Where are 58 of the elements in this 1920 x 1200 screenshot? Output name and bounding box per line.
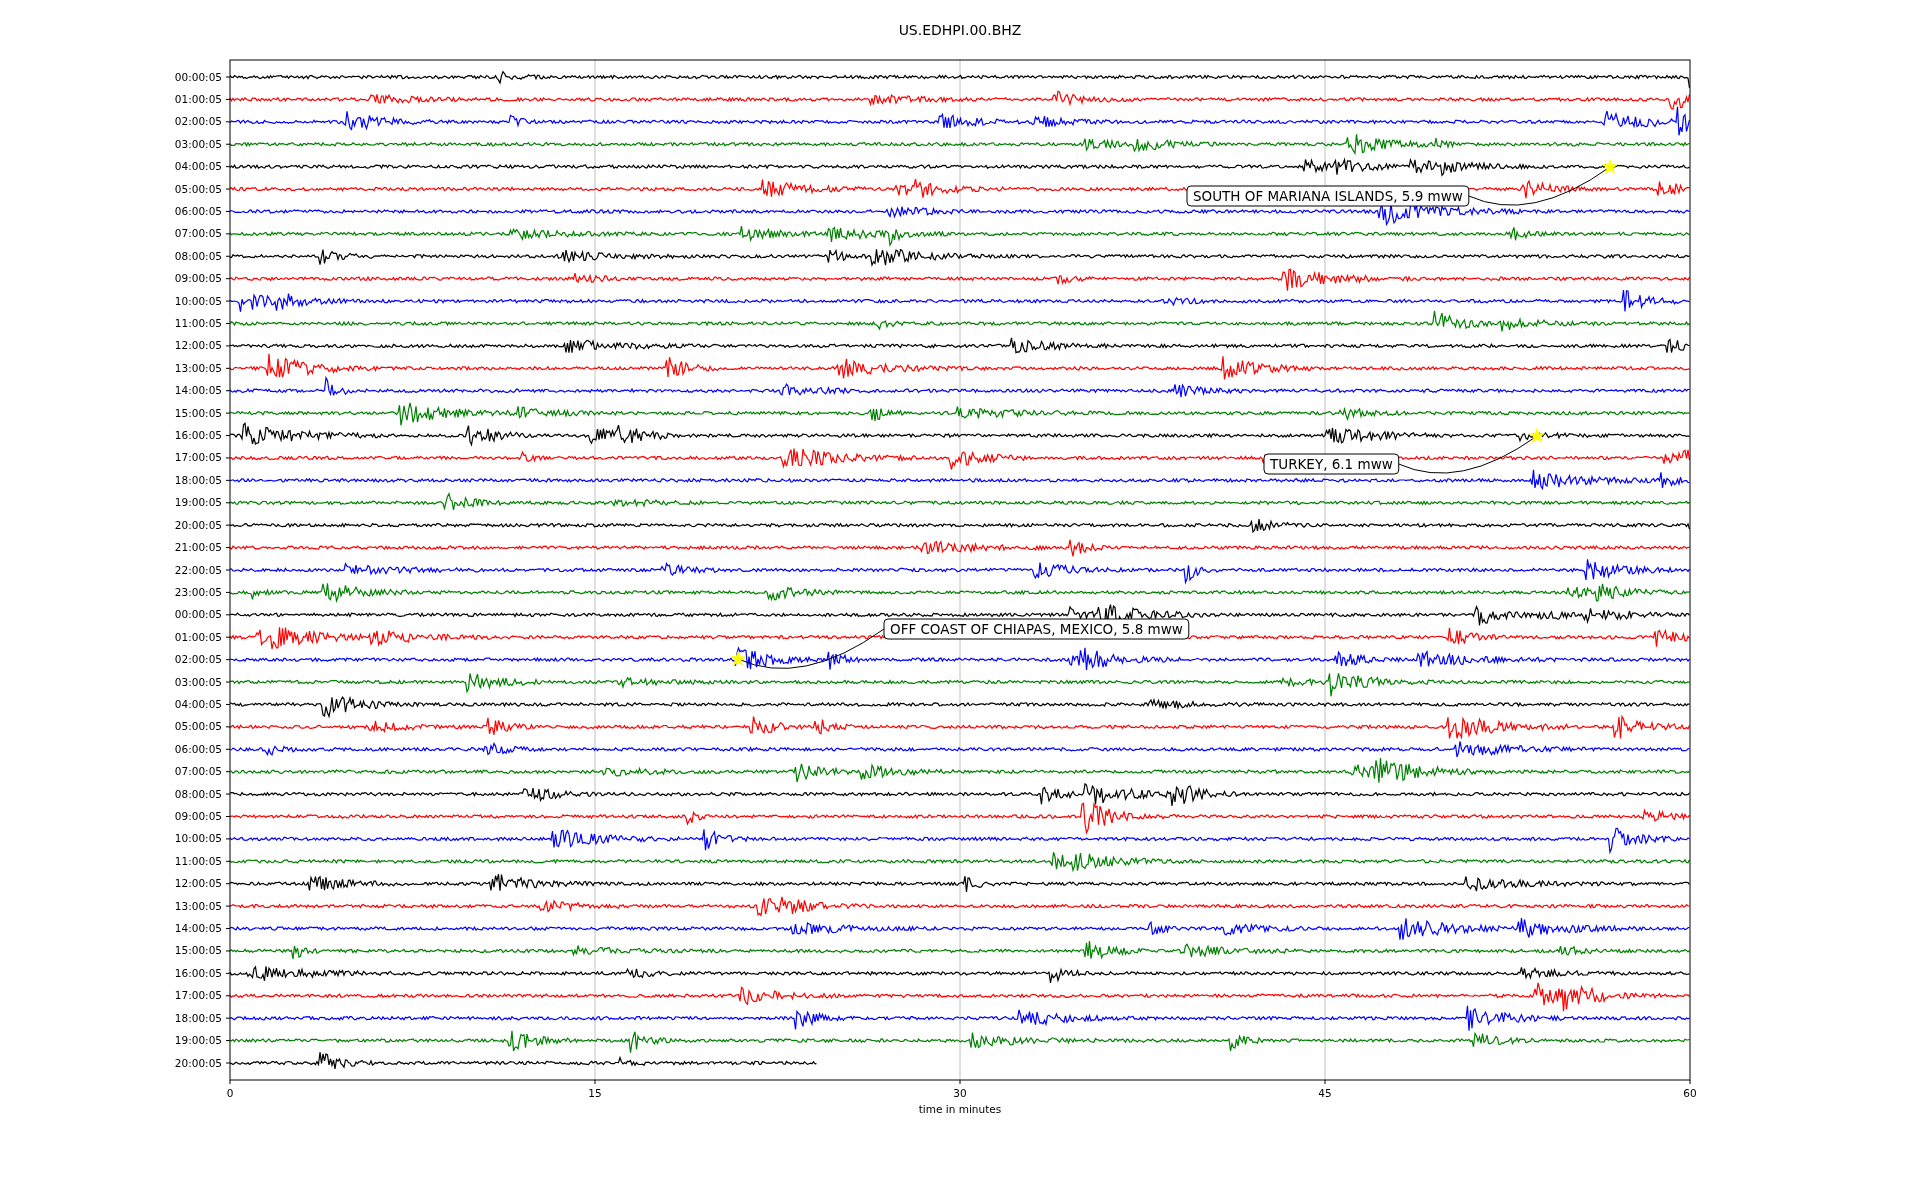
time-label: 10:00:05 [174,294,222,307]
axis-tick-label: 15 [588,1087,602,1099]
time-label: 09:00:05 [174,810,222,822]
time-label: 18:00:05 [174,473,222,486]
time-label: 05:00:05 [174,720,222,733]
axis-tick-label: 60 [1683,1087,1697,1099]
time-label: 12:00:05 [174,877,222,890]
time-label: 01:00:05 [174,92,222,105]
event-label: TURKEY, 6.1 mww [1263,453,1400,475]
time-label: 04:00:05 [174,697,222,710]
time-label: 21:00:05 [174,541,222,554]
time-label: 18:00:05 [174,1011,222,1024]
time-label: 11:00:05 [174,854,222,867]
time-label: 20:00:05 [174,518,222,531]
time-label: 02:00:05 [174,115,222,128]
event-label: OFF COAST OF CHIAPAS, MEXICO, 5.8 mww [883,618,1190,640]
time-label: 07:00:05 [174,227,222,240]
time-label: 10:00:05 [174,832,222,845]
time-label: 06:00:05 [174,742,222,755]
event-label: SOUTH OF MARIANA ISLANDS, 5.9 mww [1186,185,1470,207]
star-icon [1601,158,1619,174]
time-label: 00:00:05 [174,70,222,83]
axis-label: time in minutes [918,1103,1002,1115]
time-label: 23:00:05 [174,585,222,598]
time-label: 08:00:05 [174,787,222,800]
star-icon [1528,427,1546,443]
time-label: 22:00:05 [174,563,222,576]
time-label: 16:00:05 [174,966,222,979]
time-label: 17:00:05 [174,451,222,464]
time-label: 20:00:05 [174,1056,222,1069]
time-label: 17:00:05 [174,989,222,1002]
time-label: 16:00:05 [174,429,222,442]
axis-tick-label: 30 [953,1087,967,1099]
time-label: 00:00:05 [174,608,222,621]
time-label: 03:00:05 [174,675,222,688]
time-label: 04:00:05 [174,160,222,173]
time-label: 02:00:05 [174,653,222,666]
time-label: 13:00:05 [174,361,222,374]
time-label: 14:00:05 [174,384,222,397]
time-label: 07:00:05 [174,765,222,778]
time-label: 19:00:05 [174,496,222,509]
time-label: 15:00:05 [174,406,222,419]
time-label: 14:00:05 [174,922,222,935]
time-label: 08:00:05 [174,249,222,262]
time-label: 01:00:05 [174,630,222,643]
axis-tick-label: 45 [1318,1087,1332,1099]
time-label: 09:00:05 [174,272,222,285]
axis-tick-label: 0 [226,1087,234,1099]
time-label: 11:00:05 [174,317,222,329]
time-label: 19:00:05 [174,1034,222,1047]
plot-title: US.EDHPI.00.BHZ [898,22,1022,38]
star-icon [729,650,747,666]
time-label: 15:00:05 [174,944,222,957]
time-label: 03:00:05 [174,137,222,150]
time-label: 06:00:05 [174,204,222,217]
time-label: 05:00:05 [174,182,222,195]
time-label: 12:00:05 [174,339,222,352]
time-label: 13:00:05 [174,899,222,912]
